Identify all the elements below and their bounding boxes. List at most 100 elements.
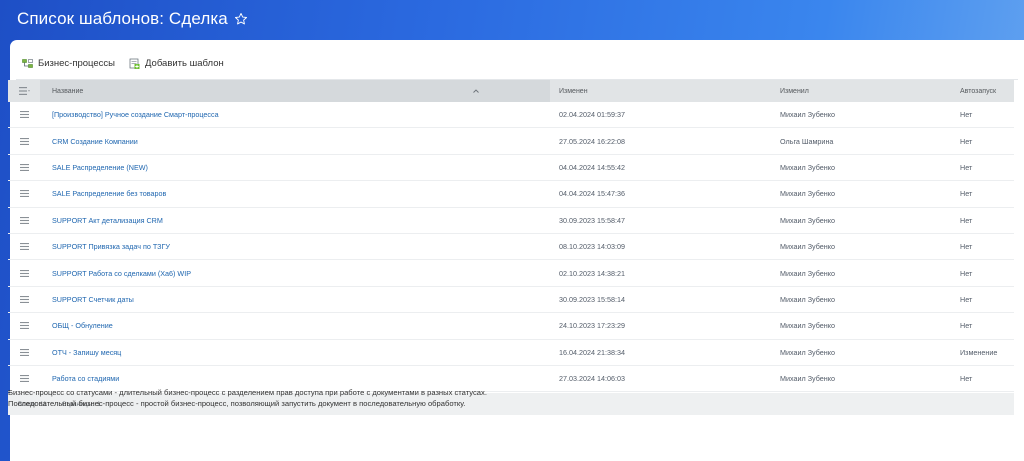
row-actions-button[interactable] <box>8 181 40 206</box>
cell-name: ОТЧ - Запишу месяц <box>40 340 550 365</box>
row-actions-button[interactable] <box>8 102 40 127</box>
cell-changed-by: Михаил Зубенко <box>780 189 835 199</box>
add-template-icon <box>129 58 140 69</box>
sort-ascending-icon[interactable] <box>472 87 480 95</box>
cell-changed: 16.04.2024 21:38:34 <box>559 347 625 357</box>
table-row[interactable]: SUPPORT Акт детализация CRM 30.09.2023 15… <box>8 208 1014 234</box>
template-name-link[interactable]: [Производство] Ручное создание Смарт-про… <box>52 110 219 119</box>
row-actions-button[interactable] <box>8 340 40 365</box>
row-menu-icon <box>19 295 29 303</box>
cell-changed-by: Михаил Зубенко <box>780 268 835 278</box>
cell-autostart: Нет <box>960 321 973 331</box>
row-actions-button[interactable] <box>8 260 40 285</box>
column-header-name-label: Название <box>52 87 84 95</box>
cell-changed-by: Михаил Зубенко <box>780 242 835 252</box>
business-processes-button[interactable]: Бизнес-процессы <box>22 54 115 74</box>
table-row[interactable]: SUPPORT Счетчик даты 30.09.2023 15:58:14 М… <box>8 287 1014 314</box>
page-header: Список шаблонов: Сделка <box>0 0 1024 38</box>
row-menu-icon <box>19 243 29 251</box>
page-title: Список шаблонов: Сделка <box>17 9 228 28</box>
cell-name: SUPPORT Работа со сделками (Ха6) WIP <box>40 260 550 285</box>
cell-changed-by: Михаил Зубенко <box>780 347 835 357</box>
row-menu-icon <box>19 137 29 145</box>
table-row[interactable]: SUPPORT Работа со сделками (Ха6) WIP 02.1… <box>8 260 1014 287</box>
template-name-link[interactable]: SUPPORT Акт детализация CRM <box>52 216 163 225</box>
row-menu-icon <box>19 190 29 198</box>
cell-autostart: Нет <box>960 294 973 304</box>
cell-changed-by: Ольга Шамрина <box>780 136 834 146</box>
row-menu-icon <box>19 322 29 330</box>
table-row[interactable]: SUPPORT Привязка задач по ТЗГУ 08.10.2023… <box>8 234 1014 261</box>
template-name-link[interactable]: SALE Распределение без товаров <box>52 189 166 198</box>
cell-changed: 24.10.2023 17:23:29 <box>559 321 625 331</box>
grid-body: [Производство] Ручное создание Смарт-про… <box>8 102 1014 393</box>
star-icon[interactable] <box>234 12 248 26</box>
cell-changed-by: Михаил Зубенко <box>780 215 835 225</box>
row-actions-button[interactable] <box>8 128 40 153</box>
cell-autostart: Нет <box>960 242 973 252</box>
row-menu-icon <box>19 269 29 277</box>
cell-name: SUPPORT Привязка задач по ТЗГУ <box>40 234 550 259</box>
cell-changed: 04.04.2024 14:55:42 <box>559 162 625 172</box>
add-template-button[interactable]: Добавить шаблон <box>129 54 224 74</box>
add-template-label: Добавить шаблон <box>145 58 224 69</box>
column-header-autostart[interactable]: Автозапуск <box>960 80 1014 102</box>
grid-header: Название Изменен Изменил Автозапуск <box>8 80 1014 102</box>
row-menu-icon <box>19 111 29 119</box>
grid-settings-button[interactable] <box>8 80 40 102</box>
template-name-link[interactable]: SUPPORT Работа со сделками (Ха6) WIP <box>52 269 191 278</box>
table-row[interactable]: [Производство] Ручное создание Смарт-про… <box>8 102 1014 129</box>
row-actions-button[interactable] <box>8 234 40 259</box>
column-header-changed-by-label: Изменил <box>780 87 809 95</box>
cell-autostart: Нет <box>960 110 973 120</box>
descriptions: Бизнес-процесс со статусами - длительный… <box>8 387 487 409</box>
template-name-link[interactable]: Работа со стадиями <box>52 374 119 383</box>
template-name-link[interactable]: SUPPORT Счетчик даты <box>52 295 134 304</box>
cell-autostart: Нет <box>960 162 973 172</box>
cell-name: CRM Создание Компании <box>40 128 550 153</box>
table-row[interactable]: CRM Создание Компании 27.05.2024 16:22:08… <box>8 128 1014 155</box>
row-actions-button[interactable] <box>8 287 40 312</box>
table-row[interactable]: SALE Распределение (NEW) 04.04.2024 14:55… <box>8 155 1014 182</box>
cell-changed: 08.10.2023 14:03:09 <box>559 242 625 252</box>
business-processes-label: Бизнес-процессы <box>38 58 115 69</box>
table-row[interactable]: SALE Распределение без товаров 04.04.2024… <box>8 181 1014 208</box>
column-header-autostart-label: Автозапуск <box>960 87 997 95</box>
cell-name: SUPPORT Акт детализация CRM <box>40 208 550 233</box>
cell-autostart: Нет <box>960 189 973 199</box>
column-header-changed-label: Изменен <box>559 87 588 95</box>
cell-name: SUPPORT Счетчик даты <box>40 287 550 312</box>
description-line: Последовательный бизнес-процесс - просто… <box>8 399 466 408</box>
cell-changed-by: Михаил Зубенко <box>780 321 835 331</box>
cell-changed: 02.10.2023 14:38:21 <box>559 268 625 278</box>
cell-changed: 02.04.2024 01:59:37 <box>559 110 625 120</box>
cell-changed-by: Михаил Зубенко <box>780 294 835 304</box>
table-row[interactable]: ОТЧ - Запишу месяц 16.04.2024 21:38:34 Мих… <box>8 340 1014 366</box>
template-name-link[interactable]: ОТЧ - Запишу месяц <box>52 348 121 357</box>
cell-changed: 30.09.2023 15:58:14 <box>559 294 625 304</box>
cell-autostart: Нет <box>960 215 973 225</box>
cell-changed: 27.03.2024 14:06:03 <box>559 374 625 384</box>
row-actions-button[interactable] <box>8 155 40 180</box>
template-name-link[interactable]: ОБЩ - Обнуление <box>52 321 113 330</box>
cell-changed: 04.04.2024 15:47:36 <box>559 189 625 199</box>
row-menu-icon <box>19 216 29 224</box>
column-header-name[interactable]: Название <box>40 80 550 102</box>
column-header-changed[interactable]: Изменен <box>550 80 770 102</box>
row-menu-icon <box>19 163 29 171</box>
cell-changed-by: Михаил Зубенко <box>780 162 835 172</box>
row-menu-icon <box>19 348 29 356</box>
cell-name: SALE Распределение (NEW) <box>40 155 550 180</box>
cell-changed-by: Михаил Зубенко <box>780 374 835 384</box>
template-name-link[interactable]: CRM Создание Компании <box>52 137 138 146</box>
row-actions-button[interactable] <box>8 313 40 338</box>
template-name-link[interactable]: SALE Распределение (NEW) <box>52 163 148 172</box>
cell-changed: 30.09.2023 15:58:47 <box>559 215 625 225</box>
row-actions-button[interactable] <box>8 208 40 233</box>
row-menu-icon <box>19 375 29 383</box>
template-name-link[interactable]: SUPPORT Привязка задач по ТЗГУ <box>52 242 170 251</box>
table-row[interactable]: ОБЩ - Обнуление 24.10.2023 17:23:29 Михаил… <box>8 313 1014 340</box>
column-header-changed-by[interactable]: Изменил <box>770 80 960 102</box>
cell-name: [Производство] Ручное создание Смарт-про… <box>40 102 550 127</box>
cell-name: SALE Распределение без товаров <box>40 181 550 206</box>
